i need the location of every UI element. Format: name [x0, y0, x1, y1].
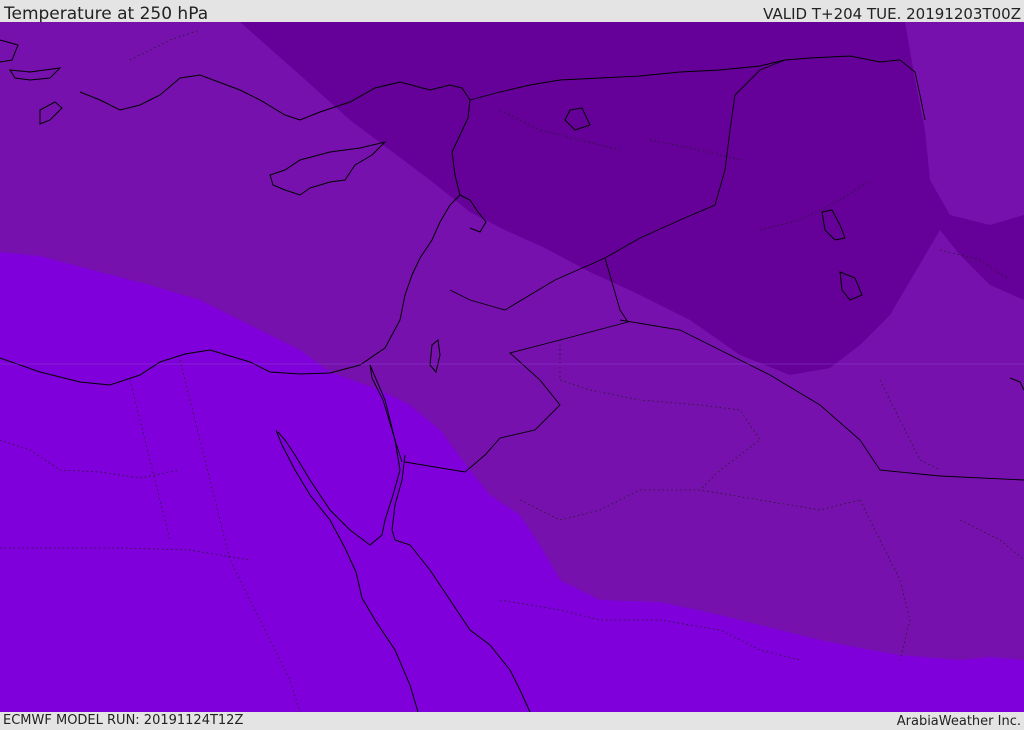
model-run-label: ECMWF MODEL RUN: 20191124T12Z — [3, 713, 244, 728]
valid-time-label: VALID T+204 TUE. 20191203T00Z — [763, 5, 1021, 23]
weather-map — [0, 22, 1024, 712]
header-bar: Temperature at 250 hPa VALID T+204 TUE. … — [0, 0, 1024, 24]
map-title: Temperature at 250 hPa — [4, 4, 209, 24]
footer-bar: ECMWF MODEL RUN: 20191124T12Z ArabiaWeat… — [0, 712, 1024, 729]
credit-label: ArabiaWeather Inc. — [896, 714, 1021, 729]
